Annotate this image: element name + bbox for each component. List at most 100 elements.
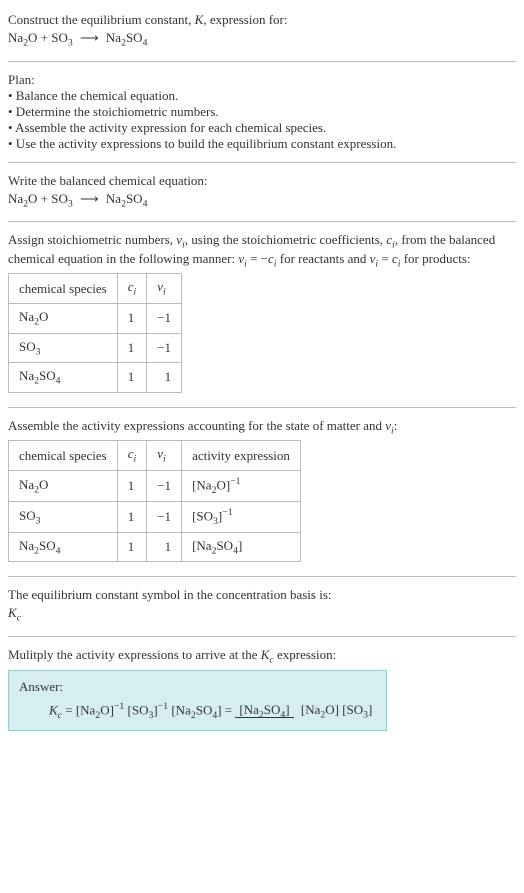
table-row: Na2SO4 1 1 xyxy=(9,363,182,393)
nu-cell: −1 xyxy=(147,333,182,363)
species-cell: Na2SO4 xyxy=(9,532,118,562)
superscript: −1 xyxy=(114,701,124,712)
col-species: chemical species xyxy=(9,274,118,304)
text: for products: xyxy=(400,251,470,266)
activity-cell: [Na2SO4] xyxy=(182,532,301,562)
plan-item: • Assemble the activity expression for e… xyxy=(8,120,516,136)
arrow-icon: ⟶ xyxy=(76,30,103,45)
fraction: [Na2SO4] [Na2O] [SO3] xyxy=(235,702,376,721)
text: = xyxy=(378,251,392,266)
table-row: SO3 1 −1 xyxy=(9,333,182,363)
c-cell: 1 xyxy=(117,303,147,333)
kc-text: The equilibrium constant symbol in the c… xyxy=(8,587,516,603)
divider xyxy=(8,61,516,62)
nu-cell: −1 xyxy=(147,470,182,501)
divider xyxy=(8,407,516,408)
product: Na xyxy=(106,30,121,45)
kc-symbol: Kc xyxy=(8,605,516,624)
text: : xyxy=(394,418,398,433)
denominator: [Na2O] [SO3] xyxy=(297,702,377,717)
header-text: Construct the equilibrium constant, xyxy=(8,12,195,27)
text: ] = xyxy=(217,702,235,717)
divider xyxy=(8,162,516,163)
nu-cell: 1 xyxy=(147,363,182,393)
text: expression: xyxy=(274,647,336,662)
answer-box: Answer: Kc = [Na2O]−1 [SO3]−1 [Na2SO4] =… xyxy=(8,670,387,732)
c-cell: 1 xyxy=(117,470,147,501)
table-header-row: chemical species ci νi activity expressi… xyxy=(9,441,301,471)
reaction-equation: Na2O + SO3 ⟶ Na2SO4 xyxy=(8,30,516,49)
col-nu: νi xyxy=(147,274,182,304)
arrow-icon: ⟶ xyxy=(76,191,103,206)
numerator: [Na2SO4] xyxy=(235,702,293,718)
plan-item: • Determine the stoichiometric numbers. xyxy=(8,104,516,120)
text: for reactants and xyxy=(277,251,370,266)
text: Mulitply the activity expressions to arr… xyxy=(8,647,261,662)
activity-cell: [Na2O]−1 xyxy=(182,470,301,501)
kc-section: The equilibrium constant symbol in the c… xyxy=(8,581,516,632)
K: K xyxy=(49,702,58,717)
text: O] xyxy=(100,702,114,717)
col-c: ci xyxy=(117,274,147,304)
subscript: 3 xyxy=(68,38,73,49)
nu-cell: 1 xyxy=(147,532,182,562)
assemble-section: Assemble the activity expressions accoun… xyxy=(8,412,516,573)
divider xyxy=(8,576,516,577)
balanced-title: Write the balanced chemical equation: xyxy=(8,173,516,189)
species-cell: SO3 xyxy=(9,333,118,363)
plan-item: • Balance the chemical equation. xyxy=(8,88,516,104)
col-activity: activity expression xyxy=(182,441,301,471)
header: Construct the equilibrium constant, K, e… xyxy=(8,6,516,57)
product: Na xyxy=(106,191,121,206)
text: [SO xyxy=(124,702,148,717)
assign-section: Assign stoichiometric numbers, νi, using… xyxy=(8,226,516,403)
table-row: SO3 1 −1 [SO3]−1 xyxy=(9,501,301,532)
reactant: Na xyxy=(8,30,23,45)
species-cell: Na2O xyxy=(9,470,118,501)
table-row: Na2O 1 −1 [Na2O]−1 xyxy=(9,470,301,501)
plan-title: Plan: xyxy=(8,72,516,88)
text: = [Na xyxy=(62,702,95,717)
species-cell: Na2O xyxy=(9,303,118,333)
species-cell: SO3 xyxy=(9,501,118,532)
nu-cell: −1 xyxy=(147,303,182,333)
subscript: 4 xyxy=(143,38,148,49)
text: SO xyxy=(196,702,213,717)
activity-table: chemical species ci νi activity expressi… xyxy=(8,440,301,562)
nu-cell: −1 xyxy=(147,501,182,532)
product: SO xyxy=(126,191,143,206)
col-species: chemical species xyxy=(9,441,118,471)
divider xyxy=(8,636,516,637)
divider xyxy=(8,221,516,222)
activity-cell: [SO3]−1 xyxy=(182,501,301,532)
text: , using the stoichiometric coefficients, xyxy=(185,232,387,247)
product: SO xyxy=(126,30,143,45)
col-nu: νi xyxy=(147,441,182,471)
superscript: −1 xyxy=(158,701,168,712)
table-row: Na2SO4 1 1 [Na2SO4] xyxy=(9,532,301,562)
species-cell: Na2SO4 xyxy=(9,363,118,393)
reactant: O + SO xyxy=(28,30,68,45)
subscript: 3 xyxy=(68,198,73,209)
answer-equation: Kc = [Na2O]−1 [SO3]−1 [Na2SO4] = [Na2SO4… xyxy=(19,697,376,721)
col-c: ci xyxy=(117,441,147,471)
c-cell: 1 xyxy=(117,501,147,532)
header-text2: , expression for: xyxy=(203,12,287,27)
stoichiometry-table: chemical species ci νi Na2O 1 −1 SO3 1 −… xyxy=(8,273,182,392)
multiply-section: Mulitply the activity expressions to arr… xyxy=(8,641,516,738)
table-header-row: chemical species ci νi xyxy=(9,274,182,304)
plan-item: • Use the activity expressions to build … xyxy=(8,136,516,152)
text: = − xyxy=(247,251,268,266)
balanced-section: Write the balanced chemical equation: Na… xyxy=(8,167,516,218)
plan-section: Plan: • Balance the chemical equation. •… xyxy=(8,66,516,158)
text: Assemble the activity expressions accoun… xyxy=(8,418,385,433)
balanced-equation: Na2O + SO3 ⟶ Na2SO4 xyxy=(8,191,516,210)
text: [Na xyxy=(168,702,191,717)
table-row: Na2O 1 −1 xyxy=(9,303,182,333)
answer-label: Answer: xyxy=(19,679,376,695)
reactant: O + SO xyxy=(28,191,68,206)
subscript: 4 xyxy=(143,198,148,209)
c-cell: 1 xyxy=(117,363,147,393)
reactant: Na xyxy=(8,191,23,206)
c-cell: 1 xyxy=(117,532,147,562)
